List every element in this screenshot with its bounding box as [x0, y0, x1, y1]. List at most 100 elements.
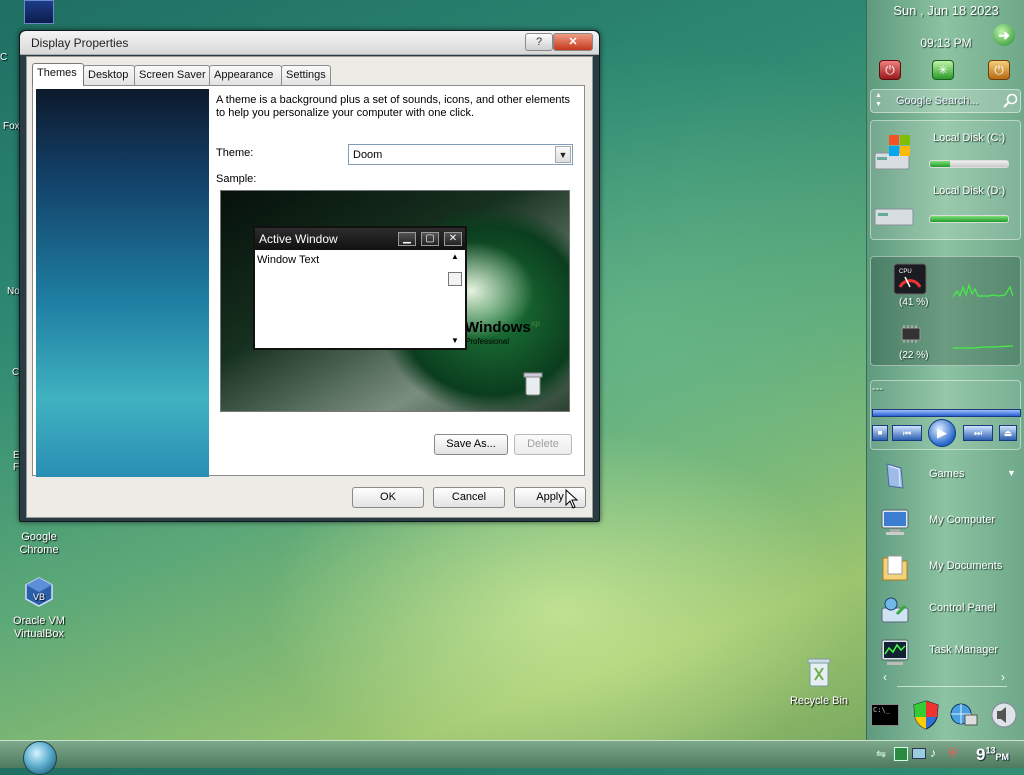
tab-settings[interactable]: Settings [281, 65, 331, 85]
disk-c-usage-bar [929, 160, 1009, 168]
tab-themes[interactable]: Themes [32, 63, 84, 86]
launcher-item-my-computer[interactable]: My Computer [871, 502, 1021, 542]
media-progress-bar[interactable] [872, 409, 1021, 417]
cpu-graph [952, 277, 1014, 306]
launcher-label: Games [929, 468, 965, 480]
tray-monitor-icon[interactable] [912, 748, 926, 759]
desktop-icon-label: Chrome [19, 544, 59, 556]
dialog-titlebar[interactable]: Display Properties ? ✕ [20, 31, 599, 55]
launcher-label: My Documents [929, 560, 1003, 572]
search-placeholder: Google Search... [896, 95, 979, 107]
desktop-icon-label: Recycle Bin [789, 695, 849, 707]
launcher-label: My Computer [929, 514, 996, 526]
tray-security-icon[interactable]: ⛨ [948, 746, 957, 761]
launcher-item-control-panel[interactable]: Control Panel [871, 590, 1021, 630]
drives-gadget: Local Disk (C:) Local Disk (D:) [870, 120, 1021, 240]
launcher-item-games[interactable]: Games ▼ [871, 456, 1021, 496]
search-icon[interactable] [1003, 93, 1019, 112]
ok-button[interactable]: OK [352, 487, 424, 508]
play-icon[interactable]: ▶ [928, 419, 956, 447]
dialog-title: Display Properties [31, 36, 129, 50]
scroll-arrows-icon: ▲ ▼ [875, 92, 882, 108]
taskbar-clock[interactable]: 913PM [976, 745, 1009, 765]
tray-app-icon[interactable] [894, 747, 908, 761]
preview-window-title: Active Window [259, 232, 338, 246]
desktop-app-icon-partial[interactable] [24, 0, 54, 24]
launcher-item-task-manager[interactable]: Task Manager [871, 632, 1021, 672]
windows-logo-subtext: Professional [465, 337, 510, 346]
theme-label: Theme: [216, 147, 254, 159]
start-button[interactable] [23, 741, 57, 775]
close-button[interactable]: ✕ [553, 33, 593, 51]
dialog-body: Themes Desktop Screen Saver Appearance S… [26, 56, 593, 518]
chevron-right-icon[interactable]: › [1001, 670, 1005, 684]
theme-description: A theme is a background plus a set of so… [216, 94, 571, 119]
minimize-icon: ▁ [398, 232, 416, 246]
disk-c-label: Local Disk (C:) [933, 132, 1006, 144]
scroll-thumb [448, 272, 462, 286]
disk-d-usage-bar [929, 215, 1009, 223]
eject-icon[interactable]: ⏏ [999, 425, 1017, 441]
media-player-gadget: --- ■ ⏮ ▶ ⏭ ⏏ [870, 380, 1021, 450]
desktop-icon-recycle-bin[interactable]: Recycle Bin [782, 656, 856, 708]
save-as-button[interactable]: Save As... [434, 434, 508, 455]
preview-window-text: Window Text [257, 254, 320, 266]
mouse-cursor-icon [565, 488, 579, 512]
desktop-icon-virtualbox[interactable]: VB Oracle VM VirtualBox [2, 576, 76, 641]
launcher-item-my-documents[interactable]: My Documents [871, 548, 1021, 588]
stop-icon[interactable]: ■ [872, 425, 888, 441]
tab-screen-saver[interactable]: Screen Saver [134, 65, 210, 85]
svg-text:CPU: CPU [899, 269, 912, 275]
games-icon [879, 460, 911, 492]
next-icon[interactable]: ⏭ [963, 425, 993, 441]
desktop-icon-google-chrome[interactable]: Google Chrome [2, 518, 76, 557]
network-globe-icon[interactable] [949, 701, 979, 732]
command-prompt-icon[interactable]: C:\_ [871, 704, 899, 726]
security-shield-icon[interactable] [913, 700, 939, 733]
preview-window-titlebar: Active Window ▁ ▢ ✕ [255, 228, 465, 250]
theme-select[interactable]: Doom ▼ [348, 144, 573, 165]
volume-icon[interactable] [989, 701, 1019, 732]
scroll-down-icon: ▼ [451, 336, 459, 345]
preview-recycle-bin-icon [523, 371, 543, 400]
desktop-clipped-label: C [0, 52, 8, 63]
launcher-scroll: ‹ › [871, 670, 1021, 687]
tab-appearance[interactable]: Appearance [209, 65, 282, 85]
tab-desktop[interactable]: Desktop [83, 65, 135, 85]
cpu-meter-icon: CPU [893, 263, 927, 298]
launcher-label: Control Panel [929, 602, 996, 614]
svg-text:VB: VB [33, 592, 45, 602]
sidebar-gadgets: Sun , Jun 18 2023 09:13 PM ➜ ⏻ ✳ ⏻ ▲ ▼ Go… [866, 0, 1024, 740]
virtualbox-icon: VB [2, 576, 76, 612]
chevron-left-icon[interactable]: ‹ [883, 670, 887, 684]
system-tray: ⇋ ♪ ⛨ [872, 745, 972, 765]
chevron-down-icon[interactable]: ▼ [555, 146, 571, 163]
quick-tools: C:\_ [867, 696, 1024, 736]
local-disk-c-icon[interactable] [873, 133, 917, 178]
logoff-icon[interactable]: ⏻ [988, 60, 1010, 80]
tray-volume-icon[interactable]: ♪ [930, 746, 936, 760]
themes-panel: A theme is a background plus a set of so… [32, 85, 585, 477]
help-button[interactable]: ? [525, 33, 553, 51]
local-disk-d-icon[interactable] [873, 201, 917, 234]
desktop-icon-label: Google [21, 531, 57, 543]
shutdown-icon[interactable]: ⏻ [879, 60, 901, 80]
arrow-right-icon[interactable]: ➜ [993, 24, 1015, 46]
taskbar: ⇋ ♪ ⛨ 913PM [0, 740, 1024, 775]
windows-logo-text: Windowsxp [465, 319, 541, 336]
display-properties-dialog: Display Properties ? ✕ Themes Desktop Sc… [19, 30, 600, 522]
sample-label: Sample: [216, 173, 257, 185]
sidebar-date: Sun , Jun 18 2023 [893, 3, 999, 18]
cancel-button[interactable]: Cancel [433, 487, 505, 508]
delete-button[interactable]: Delete [514, 434, 572, 455]
previous-icon[interactable]: ⏮ [892, 425, 922, 441]
scroll-up-icon: ▲ [451, 252, 459, 261]
media-track-label: --- [872, 383, 883, 395]
ram-percent: (22 %) [899, 350, 929, 361]
tray-network-icon[interactable]: ⇋ [876, 747, 886, 761]
preview-active-window: Active Window ▁ ▢ ✕ Window Text ▲ ▼ [253, 226, 467, 350]
desktop-clipped-label: Fox [3, 121, 20, 132]
google-search-box[interactable]: ▲ ▼ Google Search... [870, 89, 1021, 113]
restart-icon[interactable]: ✳ [932, 60, 954, 80]
chevron-down-icon[interactable]: ▼ [1007, 468, 1016, 478]
